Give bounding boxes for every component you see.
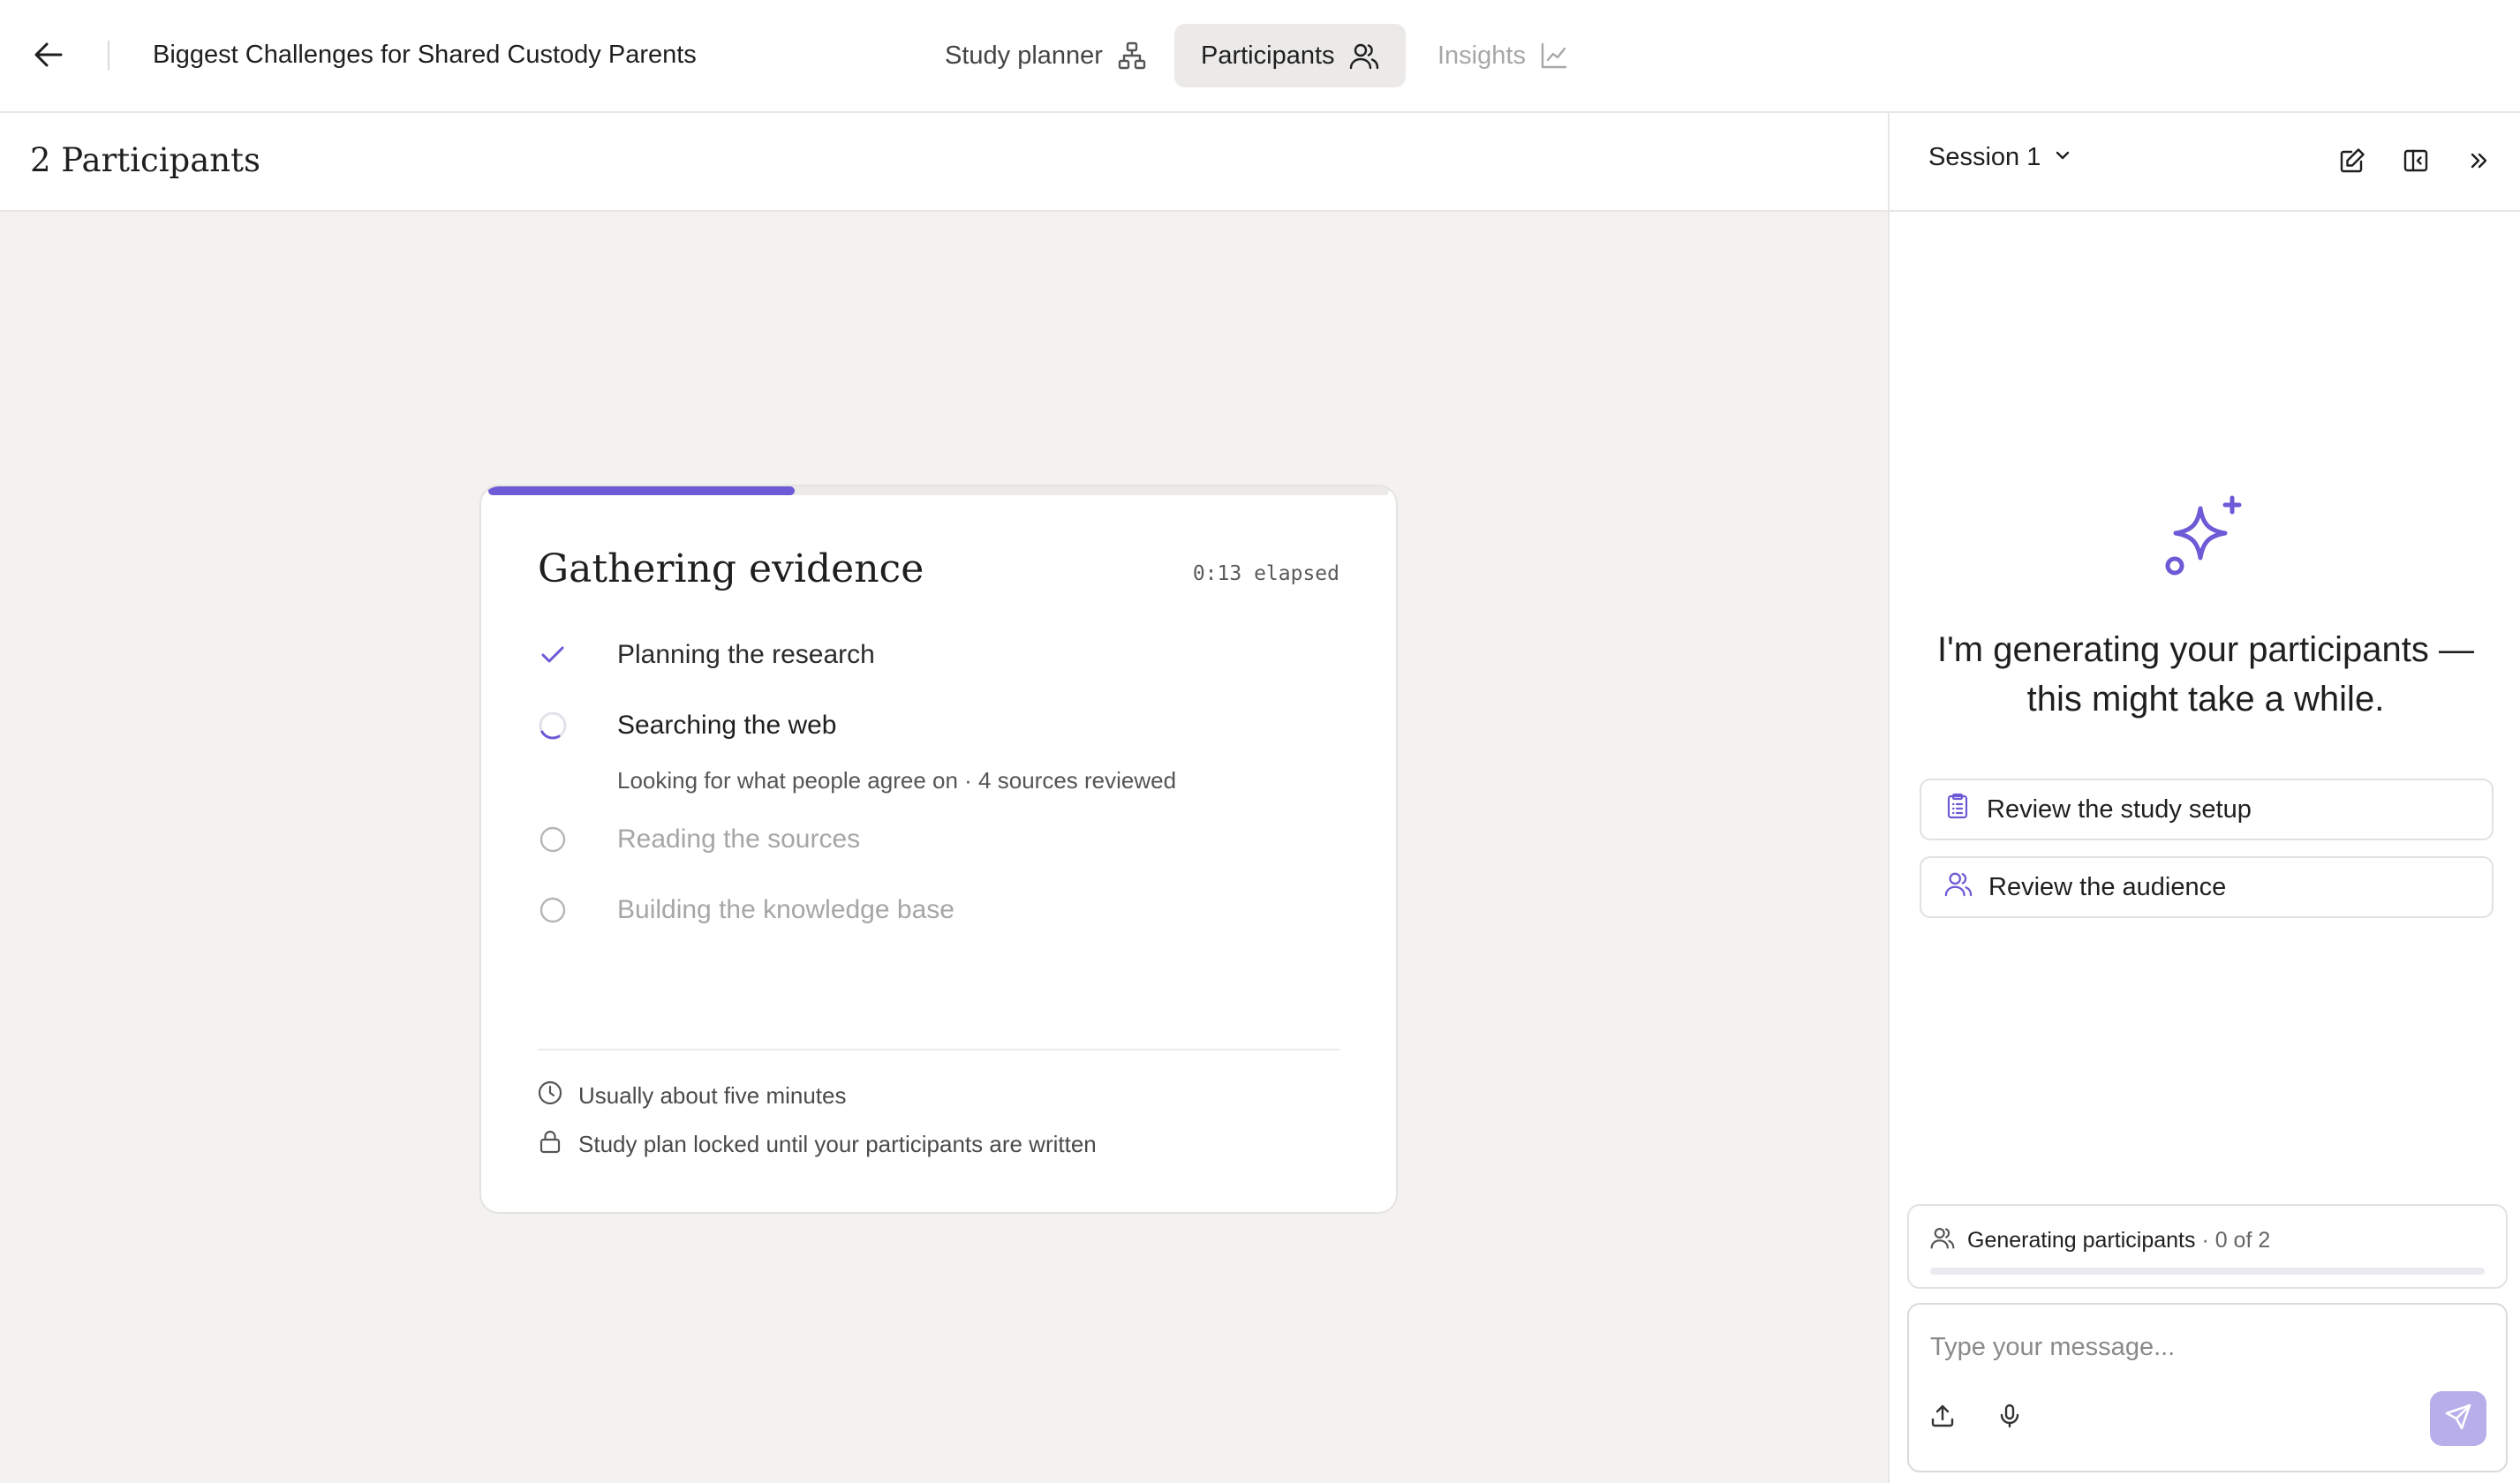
study-title: Biggest Challenges for Shared Custody Pa… [153,41,697,69]
top-bar: Biggest Challenges for Shared Custody Pa… [0,0,2520,113]
card-note: Usually about five minutes [538,1080,846,1111]
step-label: Planning the research [617,640,875,669]
review-button-label: Review the study setup [1987,794,2252,824]
clipboard-list-icon [1944,793,1971,826]
session-dropdown[interactable]: Session 1 [1928,143,2072,172]
users-icon [1930,1225,1955,1256]
review-audience-button[interactable]: Review the audience [1920,856,2494,918]
chevron-down-icon [2053,143,2072,172]
step-label: Building the knowledge base [617,895,954,924]
tab-label: Participants [1201,41,1335,70]
message-composer [1907,1303,2508,1472]
panel-header: Session 1 [1890,113,2520,212]
collapse-panel-button[interactable] [2460,143,2499,182]
step-label: Reading the sources [617,824,861,854]
chevrons-right-icon [2466,147,2493,178]
assistant-panel: Session 1 I'm generating your participan… [1888,113,2520,1483]
send-button[interactable] [2430,1391,2486,1446]
card-title: Gathering evidence [538,546,924,591]
tab-label: Insights [1437,41,1526,70]
participants-header: 2 Participants [0,113,1888,212]
upload-icon [1929,1403,1956,1434]
microphone-button[interactable] [1990,1398,2029,1437]
spinner-icon [538,711,568,741]
step-item: Planning the research [538,640,875,670]
session-label: Session 1 [1928,143,2041,171]
review-button-label: Review the audience [1988,872,2227,901]
tab-study-planner[interactable]: Study planner [918,24,1173,87]
users-icon [1349,41,1379,71]
clock-icon [538,1080,562,1111]
lock-icon [538,1129,562,1160]
generation-status-card: Generating participants · 0 of 2 [1907,1204,2508,1289]
step-detail: Looking for what people agree on · 4 sou… [617,767,1177,794]
line-chart-icon [1540,41,1568,70]
review-study-setup-button[interactable]: Review the study setup [1920,779,2494,840]
message-input[interactable] [1930,1329,2478,1365]
note-text: Study plan locked until your participant… [578,1131,1097,1157]
status-progress-bar [1930,1268,2485,1275]
check-icon [538,640,568,670]
tab-insights[interactable]: Insights [1411,24,1595,87]
card-divider [538,1049,1339,1050]
sitemap-icon [1117,41,1147,71]
sparkle-icon [2162,494,2246,583]
circle-icon [538,895,568,925]
edit-button[interactable] [2333,143,2372,182]
main-canvas: Gathering evidence 0:13 elapsed Planning… [0,212,1888,1483]
status-row: Generating participants · 0 of 2 [1930,1225,2270,1256]
send-icon [2444,1403,2472,1435]
card-progress-bar [488,486,1389,495]
generating-message: I'm generating your participants — this … [1937,630,2474,719]
note-text: Usually about five minutes [578,1082,847,1109]
card-note: Study plan locked until your participant… [538,1129,1097,1160]
elapsed-timer: 0:13 elapsed [1192,562,1339,585]
circle-icon [538,824,568,854]
edit-icon [2338,147,2366,179]
step-item: Building the knowledge base [538,895,954,925]
users-icon [1944,869,1973,905]
panel-toggle-button[interactable] [2396,143,2435,182]
participants-count-title: 2 Participants [30,141,260,179]
step-label: Searching the web [617,711,837,740]
progress-card: Gathering evidence 0:13 elapsed Planning… [479,485,1398,1214]
divider [108,41,109,71]
microphone-icon [1996,1403,2023,1434]
step-item: Reading the sources [538,824,860,854]
panel-toggle-icon [2402,147,2430,179]
back-button[interactable] [26,35,71,78]
status-label: Generating participants [1967,1228,2196,1253]
status-count: · 0 of 2 [2201,1228,2271,1253]
step-item: Searching the web [538,711,837,741]
tab-participants[interactable]: Participants [1174,24,1406,87]
arrow-left-icon [34,41,64,72]
upload-button[interactable] [1923,1398,1962,1437]
tab-label: Study planner [945,41,1103,70]
card-progress-fill [488,486,795,495]
